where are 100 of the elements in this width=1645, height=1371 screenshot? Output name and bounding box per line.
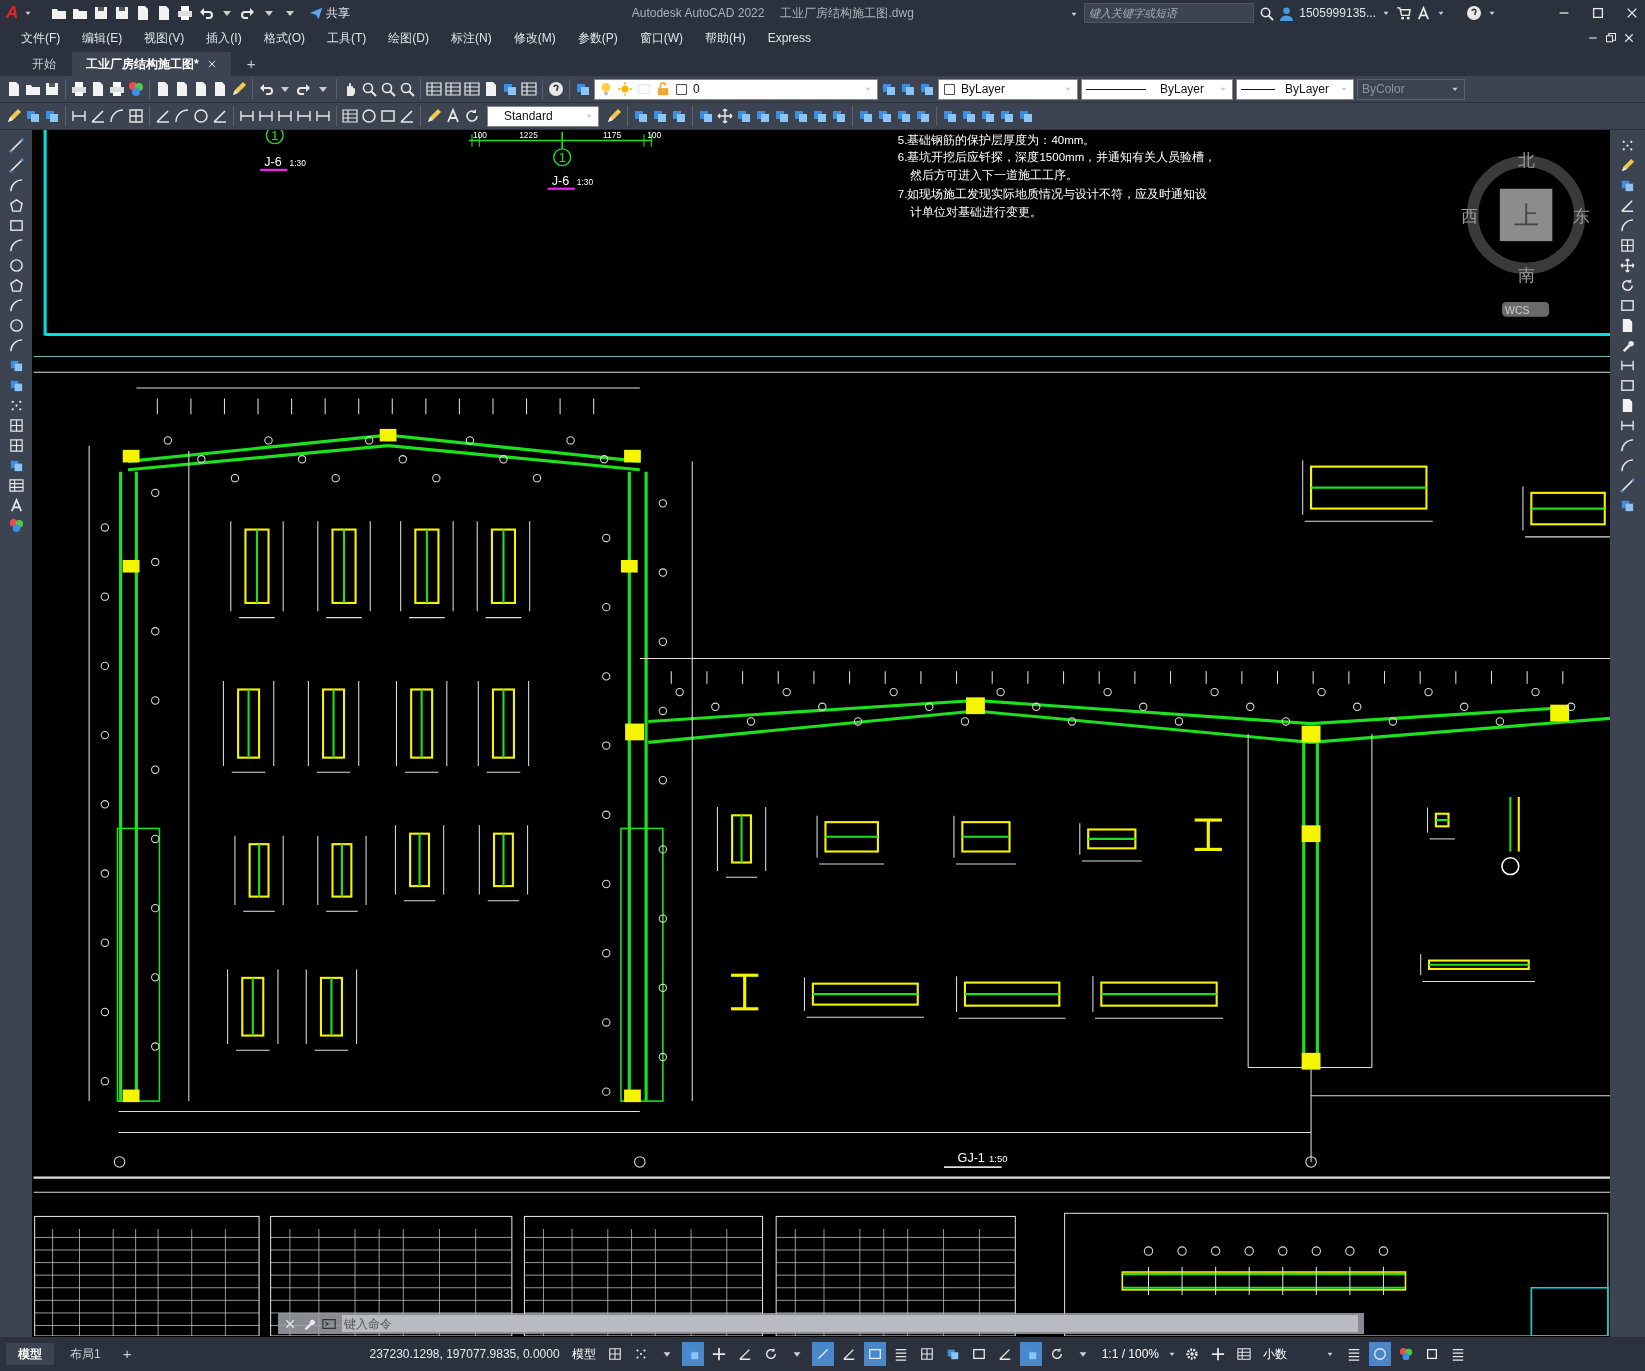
text-icon[interactable] xyxy=(1416,5,1431,21)
model-space-button[interactable]: 模型 xyxy=(567,1342,600,1366)
color-dropdown[interactable]: ByLayer xyxy=(938,78,1078,100)
close-icon[interactable] xyxy=(1625,6,1639,20)
printer-icon[interactable] xyxy=(71,81,87,97)
compass-label[interactable]: 东 xyxy=(1573,207,1591,227)
angle-icon[interactable] xyxy=(155,108,171,124)
menu-item[interactable]: 修改(M) xyxy=(502,29,567,47)
document-icon[interactable] xyxy=(90,81,106,97)
stacked-squares-icon[interactable] xyxy=(8,378,24,393)
stacked-squares-icon[interactable] xyxy=(900,81,916,97)
user-name[interactable]: 1505999135... xyxy=(1299,4,1376,22)
color-circles-icon[interactable] xyxy=(8,518,24,533)
document-icon[interactable] xyxy=(6,81,22,97)
line-icon[interactable] xyxy=(8,158,24,173)
stacked-squares-icon[interactable] xyxy=(1620,178,1635,193)
menu-item[interactable]: 参数(P) xyxy=(566,29,629,47)
stacked-squares-icon[interactable] xyxy=(575,81,591,97)
cart-icon[interactable] xyxy=(1396,5,1411,21)
stacked-squares-icon[interactable] xyxy=(8,358,24,373)
table-icon[interactable] xyxy=(426,81,442,97)
user-icon[interactable] xyxy=(1279,5,1295,21)
stacked-squares-icon[interactable] xyxy=(25,108,41,124)
dimension-icon[interactable] xyxy=(1620,358,1635,373)
help-icon[interactable] xyxy=(1466,5,1482,21)
stacked-squares-icon[interactable] xyxy=(793,108,809,124)
printer-icon[interactable] xyxy=(177,5,194,21)
dimension-icon[interactable] xyxy=(315,108,331,124)
menu-item[interactable]: 格式(O) xyxy=(252,29,316,47)
save-icon[interactable] xyxy=(44,81,60,97)
color-circles-icon[interactable] xyxy=(128,81,144,97)
table-icon[interactable] xyxy=(8,478,24,493)
restore-icon[interactable] xyxy=(1605,32,1617,44)
line-icon[interactable] xyxy=(1620,478,1635,493)
zoom-icon[interactable] xyxy=(380,81,396,97)
stacked-squares-icon[interactable] xyxy=(896,108,912,124)
maximize-icon[interactable] xyxy=(1591,6,1605,20)
layout-tab[interactable]: 模型 xyxy=(6,1343,54,1365)
ucs-menu-button[interactable] xyxy=(1501,302,1550,317)
stacked-squares-icon[interactable] xyxy=(881,81,897,97)
stacked-squares-icon[interactable] xyxy=(774,108,790,124)
stacked-squares-icon[interactable] xyxy=(736,108,752,124)
grid-icon[interactable] xyxy=(8,418,24,433)
menu-item[interactable]: 视图(V) xyxy=(133,29,196,47)
lineweight-dropdown[interactable]: ByLayer xyxy=(1236,78,1354,100)
stacked-squares-icon[interactable] xyxy=(942,108,958,124)
pencil-icon[interactable] xyxy=(6,108,22,124)
status-toggle-button[interactable] xyxy=(811,1342,834,1366)
menu-item[interactable]: 绘图(D) xyxy=(377,29,440,47)
menu-item[interactable]: 标注(N) xyxy=(440,29,503,47)
dimension-icon[interactable] xyxy=(71,108,87,124)
stacked-squares-icon[interactable] xyxy=(915,108,931,124)
rectangle-icon[interactable] xyxy=(1620,378,1635,393)
redo-icon[interactable] xyxy=(296,81,312,97)
polygon-icon[interactable] xyxy=(8,198,24,213)
rectangle-icon[interactable] xyxy=(380,108,396,124)
stacked-squares-icon[interactable] xyxy=(812,108,828,124)
document-icon[interactable] xyxy=(1620,318,1635,333)
move-icon[interactable] xyxy=(717,108,733,124)
circle-icon[interactable] xyxy=(8,318,24,333)
pencil-icon[interactable] xyxy=(1620,158,1635,173)
angle-icon[interactable] xyxy=(399,108,415,124)
line-icon[interactable] xyxy=(8,138,24,153)
compass-label[interactable]: 北 xyxy=(1517,150,1535,170)
stacked-squares-icon[interactable] xyxy=(858,108,874,124)
command-input[interactable]: 键入命令 xyxy=(342,1315,1358,1332)
stacked-squares-icon[interactable] xyxy=(652,108,668,124)
stacked-squares-icon[interactable] xyxy=(698,108,714,124)
dimension-icon[interactable] xyxy=(296,108,312,124)
share-button[interactable]: 共享 xyxy=(303,3,357,23)
document-icon[interactable] xyxy=(174,81,190,97)
help-icon[interactable] xyxy=(548,81,564,97)
menu-item[interactable]: 文件(F) xyxy=(10,29,72,47)
menu-item[interactable]: 工具(T) xyxy=(316,29,378,47)
search-field[interactable]: 键入关键字或短语 xyxy=(1084,3,1255,23)
rectangle-icon[interactable] xyxy=(1620,298,1635,313)
save-icon[interactable] xyxy=(93,5,110,21)
dots-icon[interactable] xyxy=(1620,138,1635,153)
arc-icon[interactable] xyxy=(8,238,24,253)
menu-item[interactable]: 窗口(W) xyxy=(628,29,694,47)
annotation-scale-button[interactable]: 1:1 / 100% xyxy=(1097,1342,1163,1366)
angle-icon[interactable] xyxy=(1620,198,1635,213)
circle-icon[interactable] xyxy=(193,108,209,124)
units-dropdown[interactable]: 小数 xyxy=(1259,1342,1339,1366)
prompt-icon[interactable] xyxy=(322,1316,336,1331)
rotate-icon[interactable] xyxy=(1620,278,1635,293)
arc-icon[interactable] xyxy=(8,178,24,193)
zoom-icon[interactable] xyxy=(361,81,377,97)
save-icon[interactable] xyxy=(114,5,131,21)
close-icon[interactable] xyxy=(1623,32,1635,44)
stacked-squares-icon[interactable] xyxy=(919,81,935,97)
document-icon[interactable] xyxy=(212,81,228,97)
pencil-icon[interactable] xyxy=(231,81,247,97)
arc-icon[interactable] xyxy=(8,298,24,313)
grid-icon[interactable] xyxy=(8,438,24,453)
table-icon[interactable] xyxy=(464,81,480,97)
linetype-dropdown[interactable]: ByLayer xyxy=(1081,78,1233,100)
move-icon[interactable] xyxy=(1620,258,1635,273)
pencil-icon[interactable] xyxy=(426,108,442,124)
menu-item[interactable]: 帮助(H) xyxy=(694,29,757,47)
